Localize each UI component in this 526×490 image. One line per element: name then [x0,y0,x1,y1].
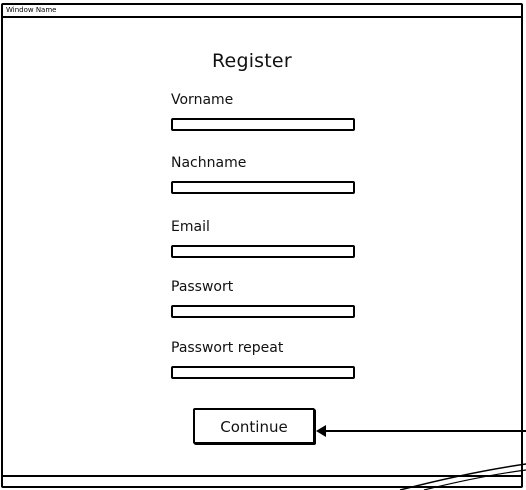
window-titlebar: Window Name [3,5,521,18]
wireframe-canvas: Window Name Register Vorname Nachname Em… [0,0,526,490]
passwort-label: Passwort [171,279,234,295]
window-title: Window Name [6,6,57,14]
vorname-label: Vorname [171,92,234,108]
email-input[interactable] [171,245,355,258]
nachname-label: Nachname [171,155,247,171]
continue-button[interactable]: Continue [193,408,315,444]
vorname-input[interactable] [171,118,355,131]
page-title: Register [212,50,292,72]
email-label: Email [171,219,210,235]
passwort-input[interactable] [171,305,355,318]
nachname-input[interactable] [171,181,355,194]
passwort-repeat-label: Passwort repeat [171,340,284,356]
passwort-repeat-input[interactable] [171,366,355,379]
window-bottom-bar [3,475,521,486]
